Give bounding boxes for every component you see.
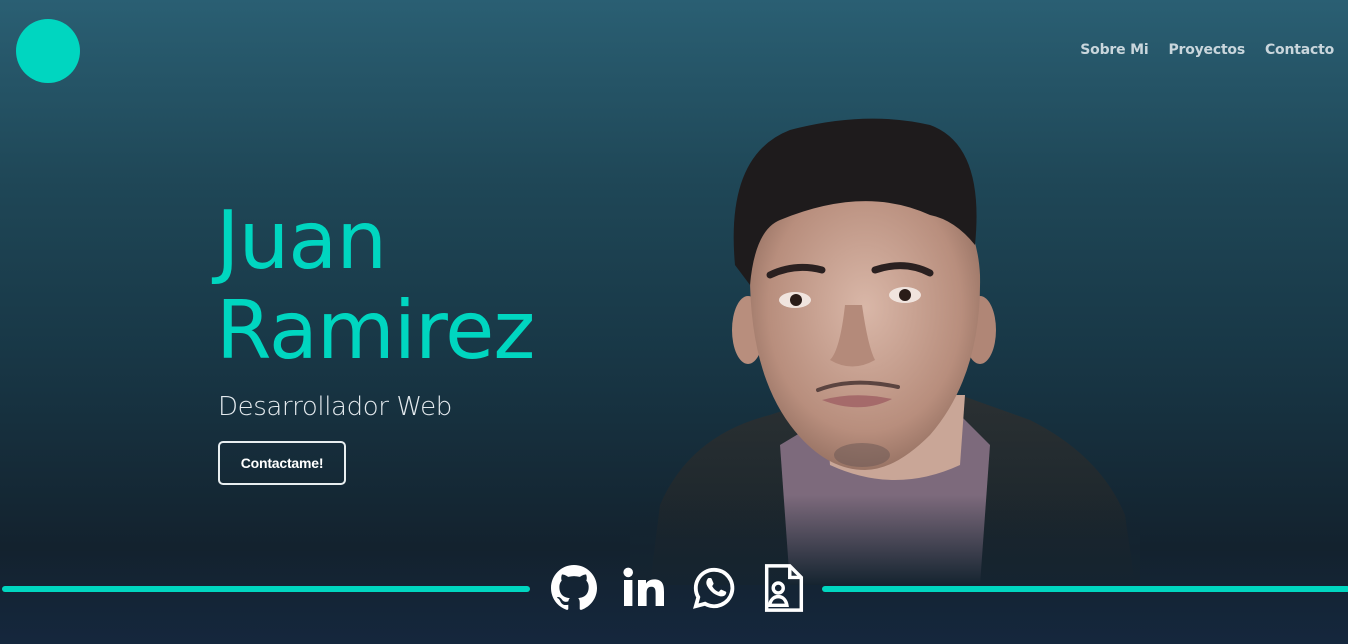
linkedin-icon[interactable] [618,562,670,614]
hero-subtitle: Desarrollador Web [218,392,452,422]
hero-first-name: Juan [216,194,387,287]
hero-name: Juan Ramirez [216,194,535,377]
social-links [548,562,810,614]
top-nav: Sobre Mi Proyectos Contacto [1080,42,1334,58]
nav-link-contacto[interactable]: Contacto [1265,42,1334,58]
social-divider-left [2,586,530,592]
profile-photo [630,118,1140,585]
nav-link-proyectos[interactable]: Proyectos [1168,42,1245,58]
contact-button[interactable]: Contactame! [218,441,346,485]
nav-link-sobre-mi[interactable]: Sobre Mi [1080,42,1148,58]
social-divider-right [822,586,1348,592]
page: Sobre Mi Proyectos Contacto Juan Ramirez… [0,0,1348,644]
hero-last-name: Ramirez [216,284,535,377]
logo-circle[interactable] [16,19,80,83]
github-icon[interactable] [548,562,600,614]
resume-icon[interactable] [758,562,810,614]
whatsapp-icon[interactable] [688,562,740,614]
